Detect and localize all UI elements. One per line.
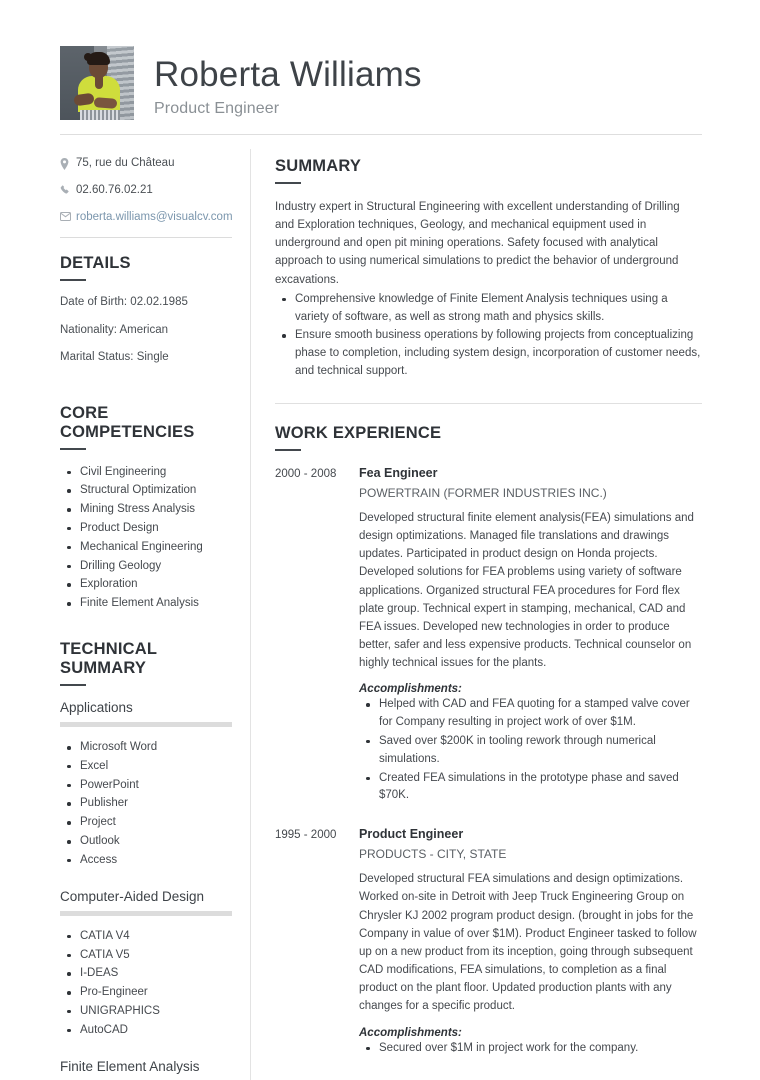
resume-header: Roberta Williams Product Engineer	[0, 0, 760, 120]
contact-email[interactable]: roberta.williams@visualcv.com	[60, 211, 233, 225]
summary-heading: SUMMARY	[275, 157, 362, 175]
list-item: Civil Engineering	[60, 464, 232, 482]
list-item: Project	[60, 814, 232, 832]
job-accomplishments-list: Secured over $1M in project work for the…	[359, 1040, 702, 1058]
list-item: Helped with CAD and FEA quoting for a st…	[359, 696, 702, 732]
list-item: Secured over $1M in project work for the…	[359, 1040, 702, 1058]
list-item: Exploration	[60, 576, 232, 594]
applications-list: Microsoft Word Excel PowerPoint Publishe…	[60, 739, 232, 870]
details-heading-underline	[60, 279, 86, 282]
list-item: Mining Stress Analysis	[60, 501, 232, 519]
detail-dob: Date of Birth: 02.02.1985	[60, 296, 188, 309]
sidebar-divider	[60, 237, 232, 239]
list-item: AutoCAD	[60, 1022, 232, 1040]
subsection-bar	[60, 910, 232, 916]
photo-hair-bun	[84, 53, 92, 61]
list-item: Structural Optimization	[60, 482, 232, 500]
summary-bullets: Comprehensive knowledge of Finite Elemen…	[275, 291, 702, 381]
job-body: Product Engineer PRODUCTS - CITY, STATE …	[357, 826, 702, 1058]
core-competencies-list: Civil Engineering Structural Optimizatio…	[60, 464, 232, 614]
list-item: Created FEA simulations in the prototype…	[359, 770, 702, 806]
list-item: UNIGRAPHICS	[60, 1003, 232, 1021]
job-role: Fea Engineer	[359, 465, 438, 480]
list-item: Access	[60, 852, 232, 870]
contact-address-text: 75, rue du Château	[76, 157, 175, 169]
header-job-title: Product Engineer	[154, 100, 280, 117]
job-role: Product Engineer	[359, 827, 464, 842]
subsection-title-applications: Applications	[60, 700, 133, 716]
contact-email-text[interactable]: roberta.williams@visualcv.com	[76, 211, 233, 225]
accomplishments-label: Accomplishments:	[359, 683, 462, 696]
header-text-block: Roberta Williams Product Engineer	[134, 55, 422, 120]
subsection-bar	[60, 722, 232, 728]
list-item: Mechanical Engineering	[60, 539, 232, 557]
job-dates: 1995 - 2000	[275, 829, 337, 842]
technical-summary-heading: TECHNICAL SUMMARY	[60, 640, 157, 678]
list-item: Saved over $200K in tooling rework throu…	[359, 733, 702, 769]
job-entry: 1995 - 2000 Product Engineer PRODUCTS - …	[275, 826, 702, 1058]
technical-summary-heading-underline	[60, 684, 86, 687]
contact-phone: 02.60.76.02.21	[60, 184, 232, 198]
location-pin-icon	[60, 157, 76, 170]
job-dates: 2000 - 2008	[275, 467, 337, 480]
list-item: Microsoft Word	[60, 739, 232, 757]
detail-marital-status: Marital Status: Single	[60, 351, 169, 364]
summary-paragraph: Industry expert in Structural Engineerin…	[275, 201, 680, 286]
list-item: Finite Element Analysis	[60, 595, 232, 613]
photo-skirt	[80, 110, 120, 120]
list-item: Publisher	[60, 795, 232, 813]
core-competencies-heading: CORE COMPETENCIES	[60, 403, 195, 441]
work-experience-heading: WORK EXPERIENCE	[275, 423, 442, 442]
list-item: PowerPoint	[60, 777, 232, 795]
job-company: PRODUCTS - CITY, STATE	[359, 847, 507, 862]
summary-heading-underline	[275, 182, 301, 184]
profile-photo	[60, 46, 134, 120]
list-item: Drilling Geology	[60, 558, 232, 576]
details-heading: DETAILS	[60, 254, 131, 273]
accomplishments-label: Accomplishments:	[359, 1026, 462, 1039]
list-item: Comprehensive knowledge of Finite Elemen…	[275, 291, 702, 327]
contact-address: 75, rue du Château	[60, 157, 232, 171]
resume-page: Roberta Williams Product Engineer 75, ru…	[0, 0, 760, 1080]
subsection-title-fea: Finite Element Analysis	[60, 1058, 200, 1074]
page-title: Roberta Williams	[154, 55, 422, 95]
cad-list: CATIA V4 CATIA V5 I-DEAS Pro-Engineer UN…	[60, 928, 232, 1040]
list-item: Outlook	[60, 833, 232, 851]
list-item: Ensure smooth business operations by fol…	[275, 327, 702, 380]
core-competencies-heading-underline	[60, 447, 86, 450]
section-divider	[275, 402, 702, 404]
job-accomplishments-list: Helped with CAD and FEA quoting for a st…	[359, 696, 702, 805]
list-item: Pro-Engineer	[60, 984, 232, 1002]
phone-icon	[60, 184, 76, 196]
envelope-icon	[60, 211, 76, 221]
sidebar: 75, rue du Château 02.60.76.02.21 robert…	[60, 135, 250, 1080]
job-description: Developed structural finite element anal…	[359, 511, 694, 670]
contact-phone-text: 02.60.76.02.21	[76, 183, 153, 196]
photo-arm-right	[93, 97, 118, 109]
list-item: I-DEAS	[60, 965, 232, 983]
main-content: SUMMARY Industry expert in Structural En…	[251, 135, 702, 1080]
list-item: CATIA V5	[60, 947, 232, 965]
work-experience-heading-underline	[275, 448, 301, 451]
detail-nationality: Nationality: American	[60, 323, 169, 336]
subsection-title-cad: Computer-Aided Design	[60, 888, 205, 904]
content-columns: 75, rue du Château 02.60.76.02.21 robert…	[0, 135, 760, 1080]
job-description: Developed structural FEA simulations and…	[359, 873, 697, 1013]
job-body: Fea Engineer POWERTRAIN (FORMER INDUSTRI…	[357, 465, 702, 806]
list-item: CATIA V4	[60, 928, 232, 946]
list-item: Excel	[60, 758, 232, 776]
job-company: POWERTRAIN (FORMER INDUSTRIES INC.)	[359, 485, 607, 500]
list-item: Product Design	[60, 520, 232, 538]
job-entry: 2000 - 2008 Fea Engineer POWERTRAIN (FOR…	[275, 465, 702, 806]
